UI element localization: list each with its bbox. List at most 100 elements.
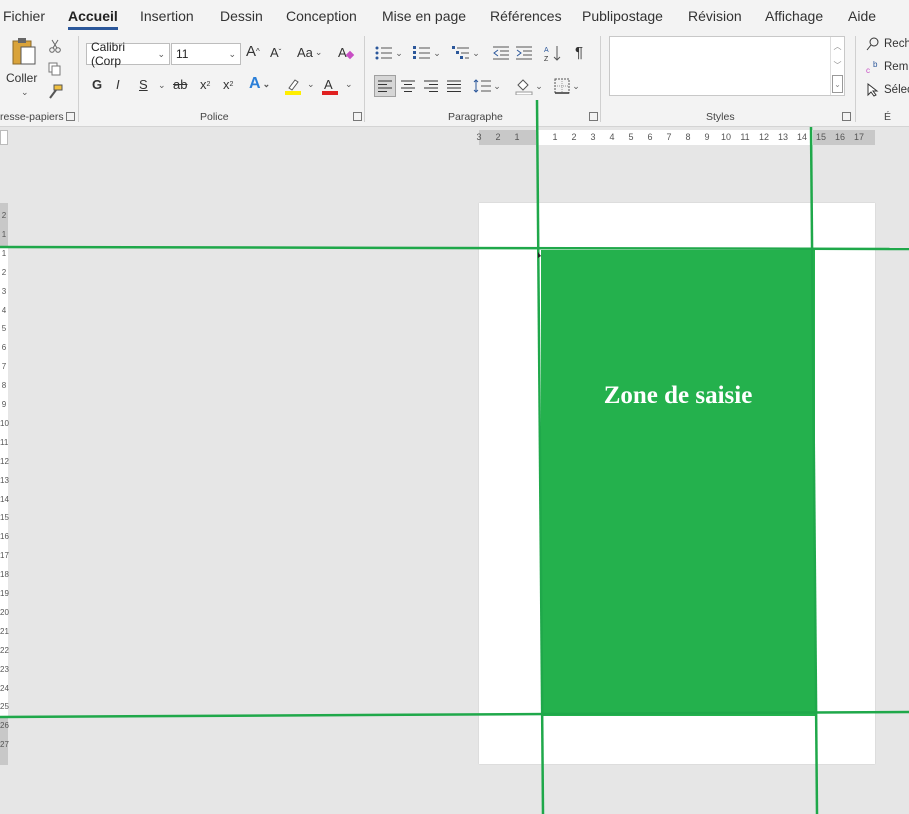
change-case-button[interactable]: Aa ⌄ bbox=[297, 45, 322, 60]
search-icon bbox=[866, 37, 879, 51]
replace-button[interactable]: bc Rem bbox=[866, 60, 908, 74]
sort-icon: AZ bbox=[544, 46, 561, 62]
font-launcher-icon[interactable] bbox=[353, 112, 362, 121]
italic-button[interactable]: I bbox=[116, 77, 120, 92]
divider bbox=[364, 36, 365, 122]
strikethrough-button[interactable]: ab bbox=[173, 77, 187, 92]
ruler-text-area bbox=[536, 130, 813, 145]
tab-conception[interactable]: Conception bbox=[286, 8, 357, 24]
more-styles-icon[interactable]: ⌄ bbox=[832, 75, 843, 93]
divider bbox=[78, 36, 79, 122]
decrease-indent-button[interactable] bbox=[492, 44, 510, 62]
highlight-button[interactable] bbox=[283, 76, 303, 96]
align-left-button[interactable] bbox=[374, 75, 396, 97]
numbering-button[interactable]: ⌄ bbox=[412, 44, 442, 62]
show-marks-button[interactable]: ¶ bbox=[575, 44, 583, 61]
font-name-select[interactable]: Calibri (Corp ⌄ bbox=[86, 40, 170, 68]
chevron-down-icon: ⌄ bbox=[314, 47, 323, 57]
styles-launcher-icon[interactable] bbox=[842, 112, 851, 121]
underline-dropdown-icon[interactable]: ⌄ bbox=[156, 80, 166, 91]
cut-button[interactable] bbox=[46, 37, 64, 55]
bullets-button[interactable]: ⌄ bbox=[374, 44, 404, 62]
chevron-up-icon[interactable]: ︿ bbox=[831, 37, 844, 56]
multilevel-list-button[interactable]: ⌄ bbox=[451, 44, 481, 62]
clear-formatting-button[interactable]: A bbox=[336, 43, 356, 63]
replace-icon: bc bbox=[866, 60, 878, 74]
ruler-tick-label: 20 bbox=[0, 607, 9, 617]
tab-insertion[interactable]: Insertion bbox=[140, 8, 194, 24]
ruler-tick-label: 9 bbox=[1, 400, 7, 409]
grow-font-button[interactable]: A ^ bbox=[246, 43, 260, 60]
increase-indent-button[interactable] bbox=[515, 44, 533, 62]
input-zone[interactable]: Zone de saisie bbox=[541, 250, 815, 716]
font-color-button[interactable]: A bbox=[320, 76, 340, 96]
tab-affichage[interactable]: Affichage bbox=[765, 8, 823, 24]
copy-button[interactable] bbox=[46, 60, 64, 78]
paste-dropdown-icon[interactable]: ⌄ bbox=[19, 87, 29, 98]
ruler-tick-label: 11 bbox=[740, 132, 750, 142]
ruler-tick-label: 3 bbox=[1, 286, 7, 296]
ruler-tick-label: 24 bbox=[0, 683, 9, 693]
ruler-tick-label: 1 bbox=[1, 229, 7, 239]
ruler-tick-label: 17 bbox=[0, 551, 9, 561]
ruler-tick-label: 4 bbox=[609, 132, 615, 142]
font-size-value: 11 bbox=[176, 47, 189, 61]
font-color-dropdown-icon[interactable]: ⌄ bbox=[343, 79, 353, 90]
styles-gallery[interactable]: ︿ ﹀ ⌄ bbox=[609, 36, 845, 96]
find-button[interactable]: Rech bbox=[866, 37, 909, 51]
ruler-tick-label: 15 bbox=[815, 132, 827, 142]
bold-button[interactable]: G bbox=[92, 77, 102, 92]
format-painter-button[interactable] bbox=[46, 83, 64, 101]
clipboard-launcher-icon[interactable] bbox=[66, 112, 75, 121]
font-size-select[interactable]: 11 ⌄ bbox=[171, 43, 241, 65]
ruler-tick-label: 15 bbox=[0, 513, 9, 523]
cursor-icon bbox=[867, 83, 879, 97]
line-spacing-button[interactable]: ⌄ bbox=[472, 76, 502, 96]
shading-button[interactable]: ⌄ bbox=[513, 75, 545, 97]
ruler-tick-label: 18 bbox=[0, 570, 9, 580]
highlight-dropdown-icon[interactable]: ⌄ bbox=[305, 79, 315, 90]
horizontal-ruler[interactable]: 3 2 1 1 2 3 4 5 6 7 8 9 10 11 12 13 14 15 16 17 bbox=[476, 130, 875, 145]
tab-dessin[interactable]: Dessin bbox=[220, 8, 263, 24]
increase-indent-icon bbox=[516, 46, 532, 60]
align-right-button[interactable] bbox=[421, 76, 441, 96]
paragraph-launcher-icon[interactable] bbox=[589, 112, 598, 121]
highlighter-icon bbox=[285, 79, 301, 95]
borders-button[interactable]: ⌄ bbox=[551, 75, 583, 97]
ruler-tick-label: 6 bbox=[647, 132, 653, 142]
svg-text:Z: Z bbox=[544, 56, 549, 62]
tab-fichier[interactable]: Fichier bbox=[3, 8, 45, 24]
align-center-button[interactable] bbox=[398, 76, 418, 96]
justify-button[interactable] bbox=[444, 76, 464, 96]
tab-accueil[interactable]: Accueil bbox=[68, 8, 118, 30]
ruler-tick-label: 22 bbox=[0, 645, 9, 655]
ruler-tick-label: 2 bbox=[1, 267, 7, 277]
shrink-font-button[interactable]: Aˇ bbox=[270, 45, 281, 60]
ruler-tick-label: 12 bbox=[0, 456, 9, 466]
sort-button[interactable]: AZ bbox=[543, 43, 563, 63]
ruler-tick-label: 12 bbox=[758, 132, 770, 142]
paste-button[interactable] bbox=[8, 36, 40, 68]
align-right-icon bbox=[424, 80, 438, 92]
superscript-button[interactable]: x2 bbox=[223, 77, 233, 92]
select-button[interactable]: Sélec bbox=[866, 83, 909, 97]
underline-button[interactable]: S bbox=[139, 77, 148, 92]
tab-references[interactable]: Références bbox=[490, 8, 562, 24]
subscript-button[interactable]: x2 bbox=[200, 77, 210, 92]
text-effects-button[interactable]: A ⌄ bbox=[249, 75, 270, 93]
ruler-tick-label: 3 bbox=[590, 132, 596, 142]
ruler-tick-label: 4 bbox=[1, 305, 7, 315]
tab-revision[interactable]: Révision bbox=[688, 8, 742, 24]
ruler-tick-label: 5 bbox=[1, 324, 7, 334]
ruler-tick-label: 2 bbox=[571, 132, 577, 142]
chevron-down-icon[interactable]: ﹀ bbox=[831, 56, 844, 75]
chevron-down-icon: ⌄ bbox=[262, 78, 271, 89]
tab-aide[interactable]: Aide bbox=[848, 8, 876, 24]
tab-selector[interactable] bbox=[0, 130, 8, 145]
vertical-ruler[interactable]: 2 1 1 2 3 4 5 6 7 8 9 10 11 12 13 14 15 16 17 18 19 20 21 22 23 2… bbox=[0, 203, 9, 765]
svg-text:c: c bbox=[866, 66, 870, 74]
tab-mise-en-page[interactable]: Mise en page bbox=[382, 8, 466, 24]
ruler-top-margin bbox=[0, 203, 8, 248]
tab-publipostage[interactable]: Publipostage bbox=[582, 8, 663, 24]
styles-scrollbar[interactable]: ︿ ﹀ ⌄ bbox=[830, 37, 844, 95]
